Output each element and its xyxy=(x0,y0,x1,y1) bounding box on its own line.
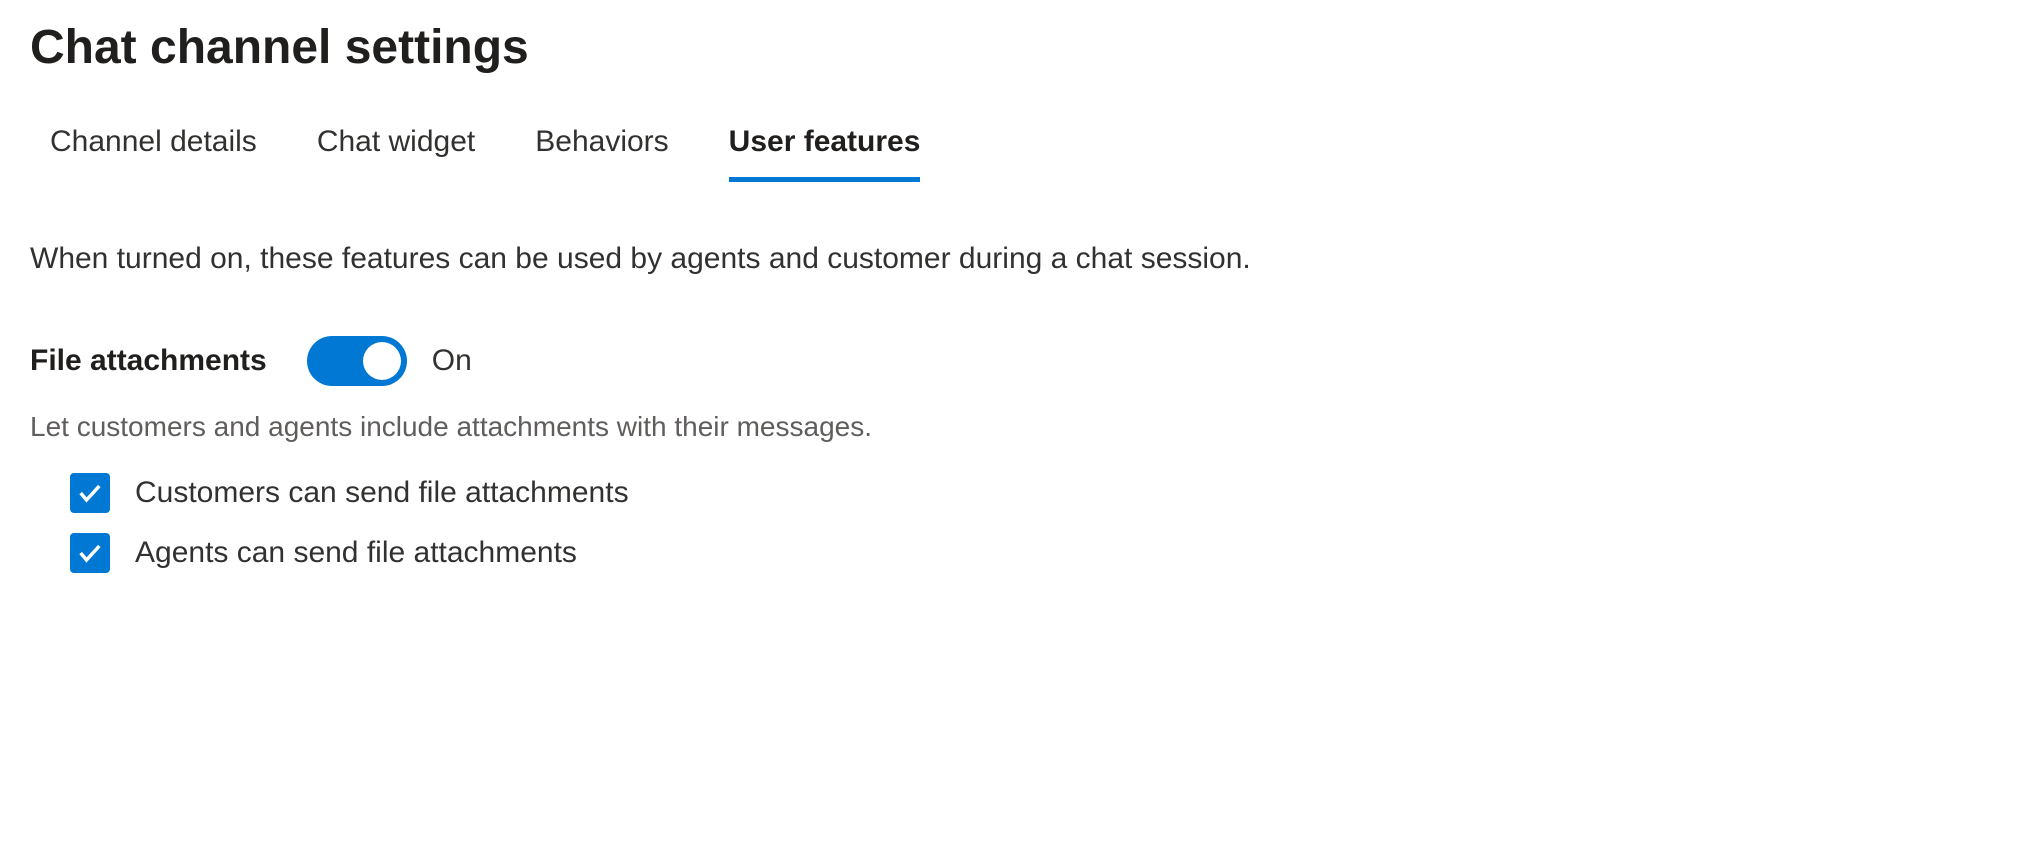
check-icon xyxy=(76,539,104,567)
tab-channel-details[interactable]: Channel details xyxy=(50,125,257,182)
agents-attachments-row: Agents can send file attachments xyxy=(70,533,1999,573)
file-attachments-toggle-state: On xyxy=(432,344,472,378)
check-icon xyxy=(76,479,104,507)
file-attachments-toggle[interactable] xyxy=(307,336,407,386)
customers-attachments-row: Customers can send file attachments xyxy=(70,473,1999,513)
tab-behaviors[interactable]: Behaviors xyxy=(535,125,668,182)
customers-attachments-checkbox[interactable] xyxy=(70,473,110,513)
tab-user-features[interactable]: User features xyxy=(729,125,921,182)
tab-chat-widget[interactable]: Chat widget xyxy=(317,125,475,182)
tabs-container: Channel details Chat widget Behaviors Us… xyxy=(30,125,1999,182)
agents-attachments-checkbox[interactable] xyxy=(70,533,110,573)
tab-description: When turned on, these features can be us… xyxy=(30,242,1999,276)
agents-attachments-label: Agents can send file attachments xyxy=(135,536,577,570)
file-attachments-label: File attachments xyxy=(30,344,267,378)
file-attachments-row: File attachments On xyxy=(30,336,1999,386)
file-attachments-options: Customers can send file attachments Agen… xyxy=(30,473,1999,573)
file-attachments-help: Let customers and agents include attachm… xyxy=(30,411,1999,443)
page-title: Chat channel settings xyxy=(30,20,1999,75)
toggle-knob xyxy=(363,342,401,380)
customers-attachments-label: Customers can send file attachments xyxy=(135,476,629,510)
file-attachments-toggle-wrapper: On xyxy=(307,336,472,386)
